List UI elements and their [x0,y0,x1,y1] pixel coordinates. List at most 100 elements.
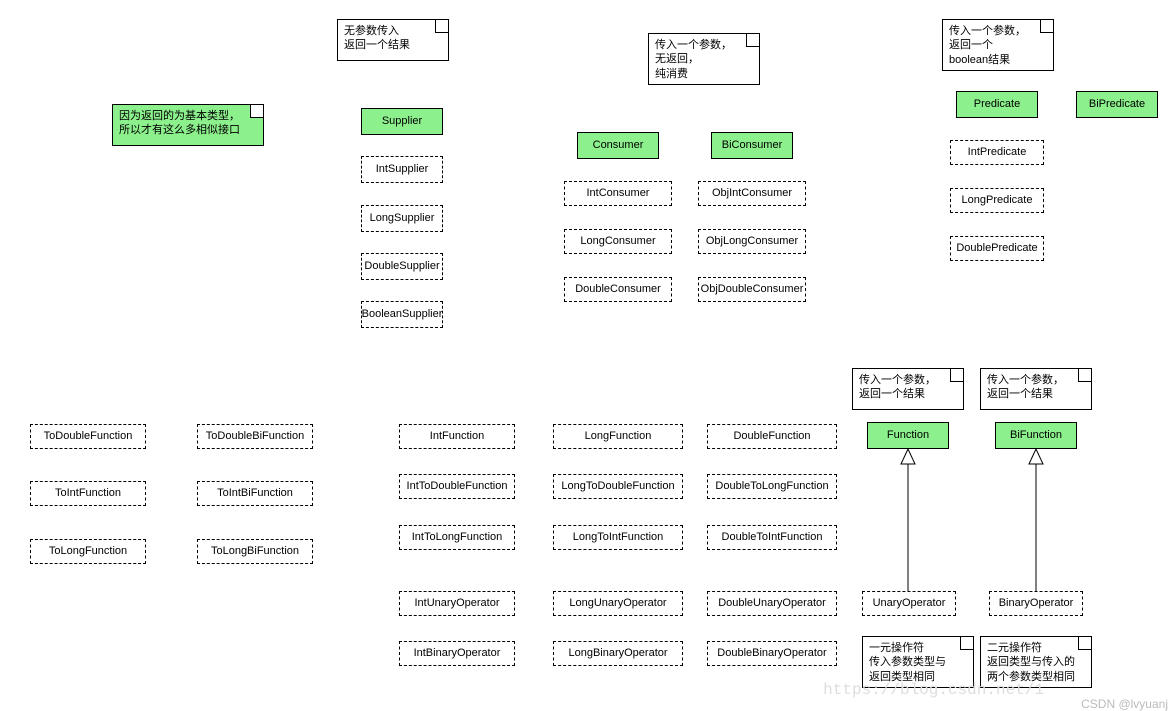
label: Consumer [593,138,644,152]
note-text: 二元操作符返回类型与传入的两个参数类型相同 [987,641,1075,684]
label: LongBinaryOperator [568,646,667,660]
label: ToLongFunction [49,544,127,558]
box-longunaryoperator: LongUnaryOperator [553,591,683,616]
label: BiPredicate [1089,97,1145,111]
label: IntToLongFunction [412,530,503,544]
box-intsupplier: IntSupplier [361,156,443,183]
box-doubleconsumer: DoubleConsumer [564,277,672,302]
box-function: Function [867,422,949,449]
label: Function [887,428,929,442]
box-objintconsumer: ObjIntConsumer [698,181,806,206]
watermark-url: https://blog.csdn.net/1 [823,681,1044,699]
label: DoubleUnaryOperator [718,596,826,610]
box-doubleunaryoperator: DoubleUnaryOperator [707,591,837,616]
label: DoubleToIntFunction [722,530,823,544]
label: LongSupplier [370,211,435,225]
label: DoublePredicate [956,241,1037,255]
box-tointbifunction: ToIntBiFunction [197,481,313,506]
note-consumer: 传入一个参数，无返回，纯消费 [648,33,760,85]
box-intunaryoperator: IntUnaryOperator [399,591,515,616]
label: DoubleSupplier [364,259,439,273]
label: BinaryOperator [999,596,1074,610]
label: LongToDoubleFunction [561,479,674,493]
label: LongFunction [585,429,652,443]
note-supplier: 无参数传入返回一个结果 [337,19,449,61]
note-predicate: 传入一个参数，返回一个boolean结果 [942,19,1054,71]
note-function: 传入一个参数，返回一个结果 [852,368,964,410]
box-inttolongfunction: IntToLongFunction [399,525,515,550]
box-longfunction: LongFunction [553,424,683,449]
label: DoubleFunction [733,429,810,443]
label: DoubleToLongFunction [715,479,828,493]
box-tointfunction: ToIntFunction [30,481,146,506]
label: IntPredicate [968,145,1027,159]
box-doubletointfunction: DoubleToIntFunction [707,525,837,550]
box-longbinaryoperator: LongBinaryOperator [553,641,683,666]
box-inttodoublefunction: IntToDoubleFunction [399,474,515,499]
label: ToDoubleBiFunction [206,429,304,443]
label: IntFunction [430,429,484,443]
label: ToLongBiFunction [211,544,299,558]
box-intconsumer: IntConsumer [564,181,672,206]
box-unaryoperator: UnaryOperator [862,591,956,616]
label: IntToDoubleFunction [407,479,508,493]
label: LongPredicate [962,193,1033,207]
label: ToIntBiFunction [217,486,293,500]
box-supplier: Supplier [361,108,443,135]
note-text: 传入一个参数，返回一个结果 [987,373,1064,402]
note-text: 传入一个参数，返回一个boolean结果 [949,24,1026,67]
label: BiFunction [1010,428,1062,442]
label: ObjLongConsumer [706,234,798,248]
box-predicate: Predicate [956,91,1038,118]
label: IntBinaryOperator [414,646,501,660]
label: BiConsumer [722,138,783,152]
label: ToDoubleFunction [44,429,133,443]
box-biconsumer: BiConsumer [711,132,793,159]
note-text: 因为返回的为基本类型，所以才有这么多相似接口 [119,109,240,138]
box-longtodoublefunction: LongToDoubleFunction [553,474,683,499]
box-doubletolongfunction: DoubleToLongFunction [707,474,837,499]
label: ObjDoubleConsumer [701,282,804,296]
box-bipredicate: BiPredicate [1076,91,1158,118]
box-booleansupplier: BooleanSupplier [361,301,443,328]
box-tolongfunction: ToLongFunction [30,539,146,564]
box-bifunction: BiFunction [995,422,1077,449]
label: ObjIntConsumer [712,186,792,200]
box-doublefunction: DoubleFunction [707,424,837,449]
box-longpredicate: LongPredicate [950,188,1044,213]
box-consumer: Consumer [577,132,659,159]
note-text: 传入一个参数，无返回，纯消费 [655,38,732,81]
note-text: 传入一个参数，返回一个结果 [859,373,936,402]
box-doublesupplier: DoubleSupplier [361,253,443,280]
label: LongConsumer [580,234,655,248]
box-todoublebifunction: ToDoubleBiFunction [197,424,313,449]
label: BooleanSupplier [362,307,443,321]
note-bifunction: 传入一个参数，返回一个结果 [980,368,1092,410]
box-longconsumer: LongConsumer [564,229,672,254]
label: Supplier [382,114,422,128]
box-longtointfunction: LongToIntFunction [553,525,683,550]
box-longsupplier: LongSupplier [361,205,443,232]
label: IntSupplier [376,162,429,176]
label: UnaryOperator [873,596,946,610]
note-text: 无参数传入返回一个结果 [344,24,410,53]
label: IntUnaryOperator [415,596,500,610]
label: DoubleConsumer [575,282,661,296]
label: ToIntFunction [55,486,121,500]
label: DoubleBinaryOperator [717,646,826,660]
box-binaryoperator: BinaryOperator [989,591,1083,616]
note-primitive-types: 因为返回的为基本类型，所以才有这么多相似接口 [112,104,264,146]
label: Predicate [974,97,1020,111]
label: LongUnaryOperator [569,596,666,610]
box-tolongbifunction: ToLongBiFunction [197,539,313,564]
box-doublepredicate: DoublePredicate [950,236,1044,261]
box-objlongconsumer: ObjLongConsumer [698,229,806,254]
box-intfunction: IntFunction [399,424,515,449]
note-text: 一元操作符传入参数类型与返回类型相同 [869,641,946,684]
box-todoublefunction: ToDoubleFunction [30,424,146,449]
box-doublebinaryoperator: DoubleBinaryOperator [707,641,837,666]
box-intpredicate: IntPredicate [950,140,1044,165]
label: IntConsumer [587,186,650,200]
label: LongToIntFunction [573,530,664,544]
box-objdoubleconsumer: ObjDoubleConsumer [698,277,806,302]
